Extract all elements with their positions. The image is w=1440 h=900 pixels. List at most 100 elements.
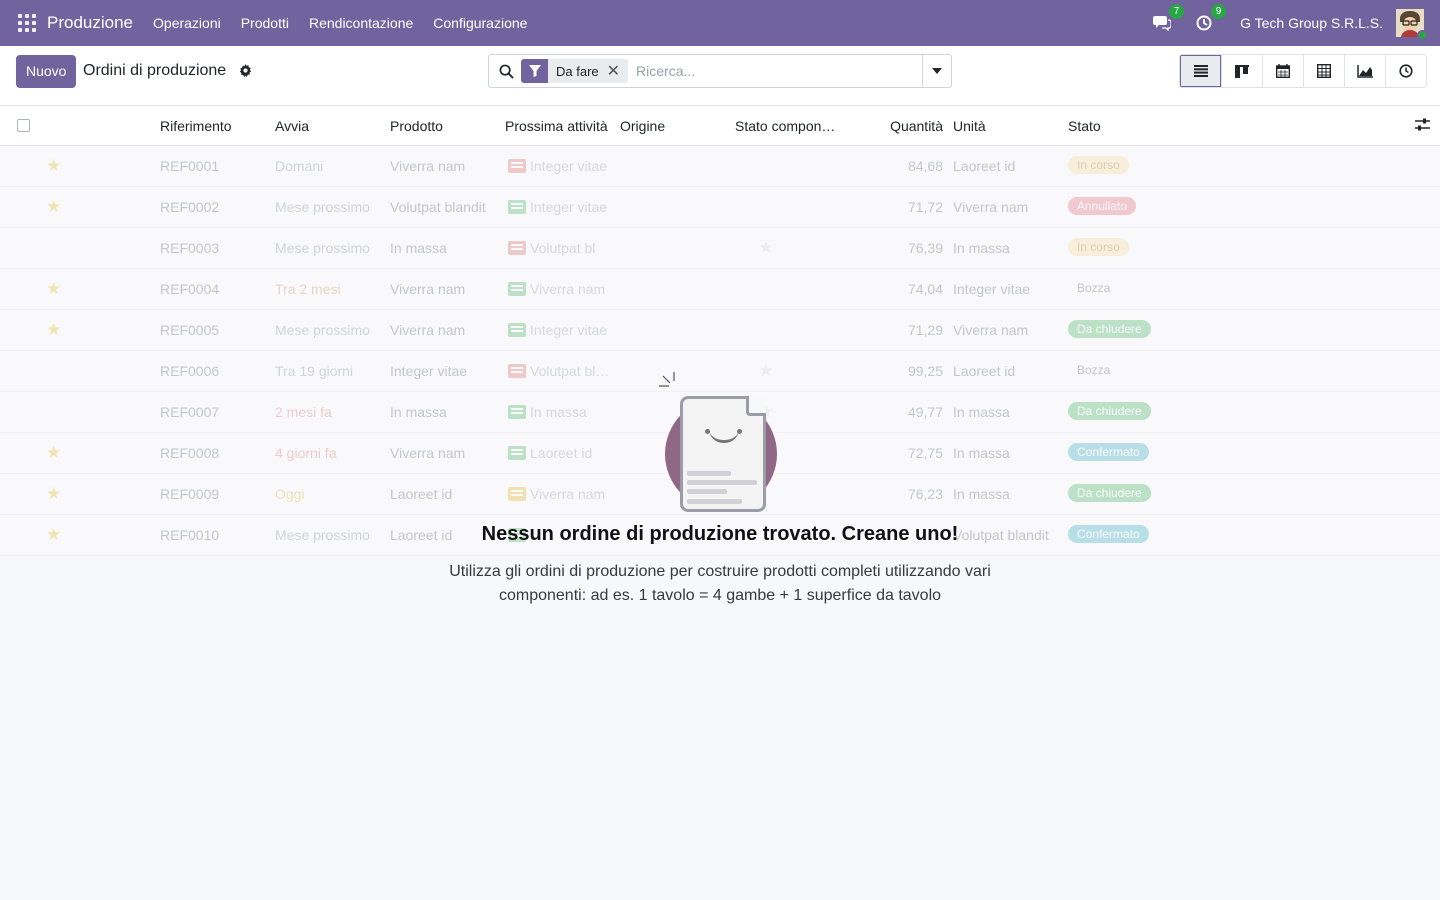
kanban-view-icon[interactable]: [1221, 55, 1262, 87]
cell-riferimento: REF0004: [160, 281, 220, 297]
view-switcher: [1179, 54, 1427, 88]
cell-unita: Viverra nam: [953, 199, 1029, 215]
status-badge: Annullato: [1068, 197, 1137, 215]
star-icon[interactable]: ★: [46, 279, 61, 299]
top-navbar: Produzione Operazioni Prodotti Rendicont…: [0, 0, 1440, 46]
status-badge: In corso: [1068, 156, 1129, 174]
select-all-checkbox[interactable]: [17, 119, 30, 132]
new-button[interactable]: Nuovo: [16, 55, 77, 88]
menu-item-rendicontazione[interactable]: Rendicontazione: [299, 0, 423, 46]
star-icon[interactable]: ★: [46, 197, 61, 217]
empty-state-title: Nessun ordine di produzione trovato. Cre…: [481, 523, 959, 545]
chat-icon[interactable]: 7: [1152, 4, 1185, 33]
cell-unita: Laoreet id: [953, 158, 1016, 174]
page-title: Ordini di produzione: [83, 62, 227, 79]
cell-prossima-attivita: Volutpat bl: [530, 240, 596, 256]
cell-avvia: Mese prossimo: [275, 240, 370, 256]
activity-view-icon[interactable]: [1385, 55, 1426, 87]
systray: 7 9 G Tech Group S.R.L.S.: [1152, 0, 1440, 46]
table-row[interactable]: ★ REF0001 Domani Viverra nam Integer vitae 84…: [0, 146, 1440, 187]
table-row[interactable]: ★ REF0005 Mese prossimo Viverra nam Integer …: [0, 310, 1440, 351]
column-header-riferimento[interactable]: Riferimento: [160, 118, 270, 134]
cell-quantita: 84,68: [907, 158, 943, 174]
cell-prossima-attivita: Integer vitae: [530, 199, 608, 215]
table-row[interactable]: ★ REF0003 Mese prossimo In massa Volutpat bl…: [0, 228, 1440, 269]
status-badge: Da chiudere: [1068, 320, 1151, 338]
app-brand[interactable]: Produzione: [47, 13, 133, 33]
column-header-stato[interactable]: Stato: [1068, 118, 1178, 134]
list-view-icon[interactable]: [1180, 55, 1221, 87]
cell-avvia: Mese prossimo: [275, 199, 370, 215]
column-header-quantita[interactable]: Quantità: [868, 118, 943, 134]
column-header-avvia[interactable]: Avvia: [275, 118, 385, 134]
activity-icon[interactable]: [508, 241, 526, 255]
activity-icon[interactable]: [508, 323, 526, 337]
column-header-origine[interactable]: Origine: [620, 118, 730, 134]
online-status-dot: [1417, 30, 1428, 41]
cell-avvia: Tra 2 mesi: [275, 281, 341, 297]
table-row[interactable]: ★ REF0004 Tra 2 mesi Viverra nam Viverra nam…: [0, 269, 1440, 310]
search-input[interactable]: [636, 63, 907, 79]
cell-prodotto: Volutpat blandit: [390, 199, 486, 215]
activity-icon[interactable]: [508, 159, 526, 173]
activity-icon[interactable]: [508, 282, 526, 296]
activities-count-badge: 9: [1211, 4, 1227, 19]
cell-avvia: Domani: [275, 158, 324, 174]
cell-riferimento: REF0003: [160, 240, 220, 256]
cell-prodotto: Viverra nam: [390, 158, 466, 174]
cell-riferimento: REF0002: [160, 199, 220, 215]
cell-quantita: 74,04: [907, 281, 943, 297]
column-header-unita[interactable]: Unità: [953, 118, 1063, 134]
status-badge: Bozza: [1068, 279, 1120, 297]
status-badge: In corso: [1068, 238, 1129, 256]
table-row[interactable]: ★ REF0002 Mese prossimo Volutpat blandit Int…: [0, 187, 1440, 228]
cell-unita: In massa: [953, 240, 1010, 256]
filter-icon: [521, 59, 548, 83]
main-menu: Operazioni Prodotti Rendicontazione Conf…: [143, 0, 537, 46]
cell-prossima-attivita: Viverra nam: [530, 281, 606, 297]
cell-prodotto: Viverra nam: [390, 322, 466, 338]
empty-document-icon: [655, 370, 785, 515]
optional-columns-icon[interactable]: [1415, 118, 1430, 134]
menu-item-prodotti[interactable]: Prodotti: [231, 0, 299, 46]
cell-prodotto: Viverra nam: [390, 281, 466, 297]
cell-riferimento: REF0005: [160, 322, 220, 338]
cell-quantita: 76,39: [907, 240, 943, 256]
cell-prossima-attivita: Integer vitae: [530, 322, 608, 338]
menu-item-operazioni[interactable]: Operazioni: [143, 0, 231, 46]
column-header-stato-componenti[interactable]: Stato compon…: [735, 118, 845, 134]
empty-state-description: Utilizza gli ordini di produzione per co…: [449, 563, 991, 604]
messages-count-badge: 7: [1169, 4, 1185, 19]
control-panel: Nuovo Ordini di produzione Da fare ✕: [0, 46, 1440, 106]
column-header-prodotto[interactable]: Prodotto: [390, 118, 500, 134]
close-icon[interactable]: ✕: [607, 61, 628, 81]
cell-unita: Viverra nam: [953, 322, 1029, 338]
empty-state: Nessun ordine di produzione trovato. Cre…: [0, 370, 1440, 608]
facet-label: Da fare: [556, 63, 599, 79]
search-icon[interactable]: [489, 55, 523, 87]
search-bar: Da fare ✕: [488, 54, 952, 88]
graph-view-icon[interactable]: [1344, 55, 1385, 87]
calendar-view-icon[interactable]: [1262, 55, 1303, 87]
cell-prodotto: In massa: [390, 240, 447, 256]
search-facet: Da fare ✕: [521, 59, 629, 83]
cell-riferimento: REF0001: [160, 158, 220, 174]
cell-quantita: 71,72: [907, 199, 943, 215]
star-icon[interactable]: ★: [46, 156, 61, 176]
caret-down-icon[interactable]: [922, 55, 951, 87]
cell-quantita: 71,29: [907, 322, 943, 338]
activity-icon[interactable]: [508, 200, 526, 214]
table-header: Riferimento Avvia Prodotto Prossima atti…: [0, 106, 1440, 146]
cell-prossima-attivita: Integer vitae: [530, 158, 608, 174]
pivot-view-icon[interactable]: [1303, 55, 1344, 87]
apps-grid-icon[interactable]: [18, 14, 36, 32]
clock-icon[interactable]: 9: [1194, 4, 1227, 33]
star-icon[interactable]: ★: [46, 320, 61, 340]
avatar[interactable]: [1396, 9, 1428, 41]
company-switcher[interactable]: G Tech Group S.R.L.S.: [1240, 15, 1383, 31]
cell-avvia: Mese prossimo: [275, 322, 370, 338]
menu-item-configurazione[interactable]: Configurazione: [423, 0, 537, 46]
cell-unita: Integer vitae: [953, 281, 1031, 297]
gear-icon[interactable]: [239, 64, 252, 80]
column-header-prossima-attivita[interactable]: Prossima attività: [505, 118, 617, 134]
